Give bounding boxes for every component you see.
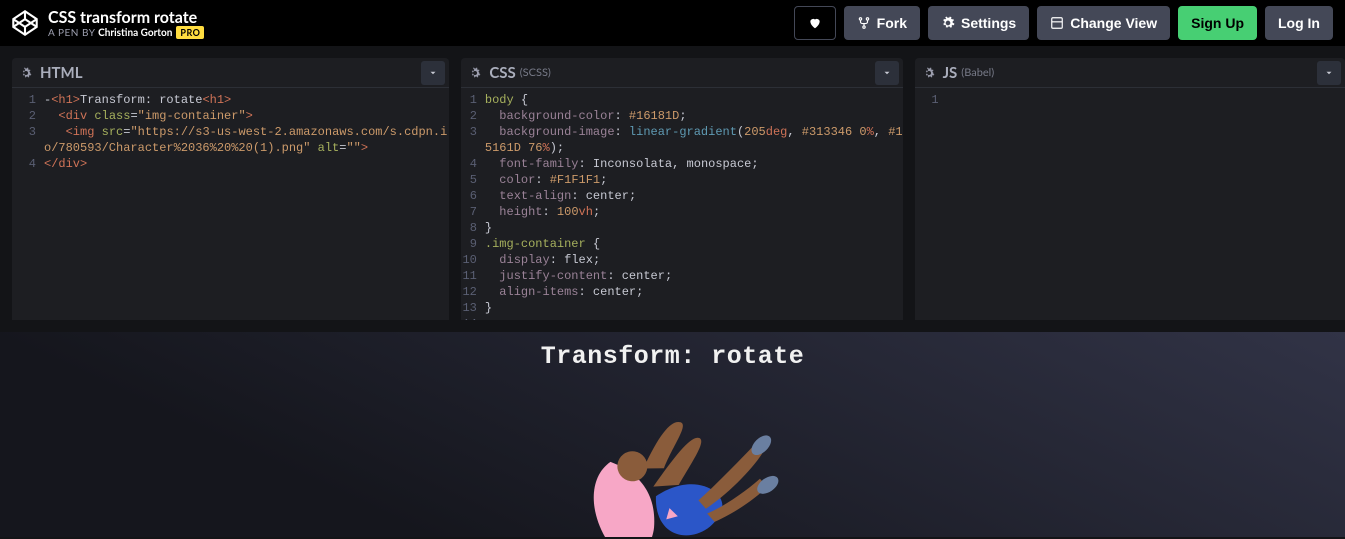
- js-editor-title: JS: [943, 64, 958, 82]
- chevron-down-icon: [1324, 68, 1334, 78]
- html-editor-header: HTML: [12, 58, 449, 88]
- css-editor: CSS (SCSS) 123456789101112131415 body { …: [461, 58, 902, 320]
- css-code-area[interactable]: 123456789101112131415 body { background-…: [461, 88, 902, 320]
- preview-heading: Transform: rotate: [0, 332, 1345, 371]
- html-editor: HTML 1234 -<h1>Transform: rotate<h1> <di…: [12, 58, 449, 320]
- gear-icon: [469, 67, 481, 79]
- pen-title: CSS transform rotate: [48, 8, 794, 27]
- login-button[interactable]: Log In: [1265, 6, 1333, 40]
- chevron-down-icon: [882, 68, 892, 78]
- preview-pane: Transform: rotate: [0, 332, 1345, 537]
- fork-button[interactable]: Fork: [844, 6, 920, 40]
- editor-row: HTML 1234 -<h1>Transform: rotate<h1> <di…: [0, 46, 1345, 332]
- code-lines: body { background-color: #16181D; backgr…: [485, 92, 903, 320]
- gear-icon: [923, 67, 935, 79]
- js-editor: JS (Babel) 1: [915, 58, 1345, 320]
- heart-icon: [808, 16, 822, 30]
- layout-icon: [1050, 16, 1064, 30]
- pro-badge: PRO: [176, 26, 204, 39]
- line-gutter: 123456789101112131415: [461, 92, 485, 320]
- html-editor-title: HTML: [40, 64, 83, 82]
- html-collapse-button[interactable]: [421, 61, 445, 85]
- js-editor-sub: (Babel): [961, 66, 994, 79]
- fork-icon: [857, 16, 871, 30]
- js-code-area[interactable]: 1: [915, 88, 1345, 320]
- chevron-down-icon: [428, 68, 438, 78]
- title-block: CSS transform rotate A PEN BY Christina …: [48, 8, 794, 39]
- js-settings-button[interactable]: [915, 67, 943, 79]
- change-view-button[interactable]: Change View: [1037, 6, 1170, 40]
- css-editor-sub: (SCSS): [520, 66, 551, 79]
- signup-button[interactable]: Sign Up: [1178, 6, 1257, 40]
- heart-button[interactable]: [794, 6, 836, 40]
- css-editor-header: CSS (SCSS): [461, 58, 902, 88]
- css-editor-title: CSS: [489, 64, 515, 82]
- gear-icon: [941, 16, 955, 30]
- line-gutter: 1234: [12, 92, 44, 320]
- js-editor-header: JS (Babel): [915, 58, 1345, 88]
- code-lines: -<h1>Transform: rotate<h1> <div class="i…: [44, 92, 449, 320]
- settings-button[interactable]: Settings: [928, 6, 1029, 40]
- css-settings-button[interactable]: [461, 67, 489, 79]
- css-collapse-button[interactable]: [875, 61, 899, 85]
- js-collapse-button[interactable]: [1317, 61, 1341, 85]
- line-gutter: 1: [915, 92, 947, 320]
- code-lines: [947, 92, 1345, 320]
- pen-subtitle: A PEN BY Christina GortonPRO: [48, 27, 794, 39]
- codepen-logo: [12, 10, 38, 36]
- html-code-area[interactable]: 1234 -<h1>Transform: rotate<h1> <div cla…: [12, 88, 449, 320]
- header-buttons: Fork Settings Change View Sign Up Log In: [794, 6, 1333, 40]
- html-settings-button[interactable]: [12, 67, 40, 79]
- author-link[interactable]: Christina Gorton: [98, 27, 172, 39]
- preview-image: [543, 392, 803, 537]
- app-header: CSS transform rotate A PEN BY Christina …: [0, 0, 1345, 46]
- gear-icon: [20, 67, 32, 79]
